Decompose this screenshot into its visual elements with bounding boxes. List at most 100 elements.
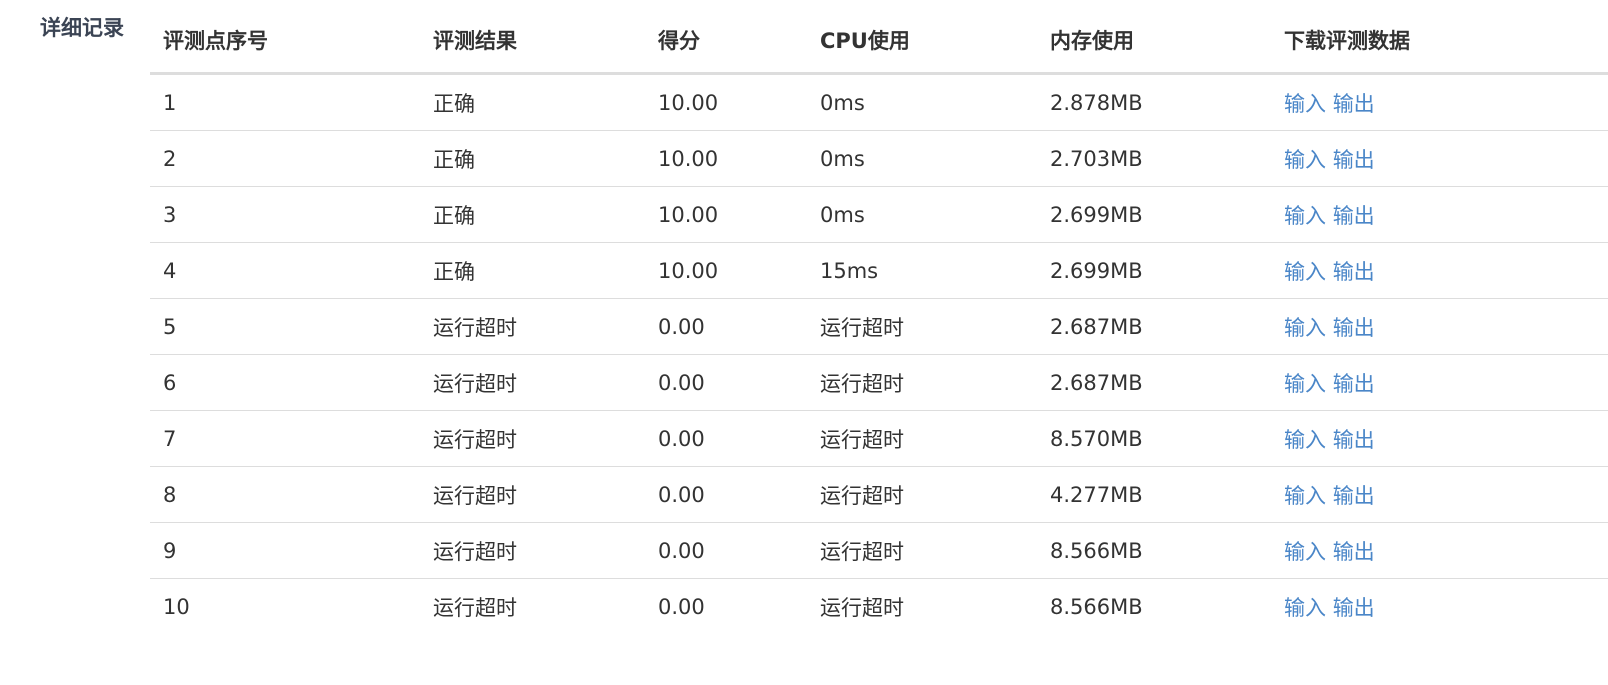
- cell-memory-usage: 8.566MB: [1037, 578, 1271, 634]
- cell-score: 10.00: [658, 90, 719, 115]
- cell-memory-usage: 2.699MB: [1037, 242, 1271, 299]
- table-row: 6 运行超时 0.00 运行超时 2.687MB 输入 输出: [150, 354, 1608, 411]
- cell-cpu-usage: 0ms: [820, 90, 865, 115]
- cell-memory-usage: 2.687MB: [1037, 298, 1271, 355]
- download-output-link[interactable]: 输出: [1333, 148, 1375, 172]
- cell-download-links: 输入 输出: [1271, 466, 1608, 523]
- test-case-table: 评测点序号 评测结果 得分 CPU使用 内存使用 下载评测数据 1 正确 10.00…: [150, 0, 1608, 634]
- cell-cpu-usage: 0ms: [807, 130, 1037, 187]
- cell-test-index: 3: [150, 186, 420, 243]
- header-download-data: 下载评测数据: [1271, 0, 1608, 75]
- cell-test-index: 4: [150, 242, 420, 299]
- cell-result: 运行超时: [420, 410, 645, 467]
- cell-download-links: 输入 输出: [1271, 186, 1608, 243]
- download-input-link[interactable]: 输入: [1284, 92, 1326, 116]
- cell-memory-usage: 8.570MB: [1037, 410, 1271, 467]
- download-output-link[interactable]: 输出: [1333, 484, 1375, 508]
- cell-download-links: 输入 输出: [1271, 522, 1608, 579]
- cell-memory-usage: 4.277MB: [1037, 466, 1271, 523]
- section-title: 详细记录: [40, 16, 124, 40]
- table-row: 2 正确 10.00 0ms 2.703MB 输入 输出: [150, 130, 1608, 187]
- cell-result: 运行超时: [420, 354, 645, 411]
- cell-score: 0.00: [645, 578, 807, 634]
- cell-memory-usage: 2.699MB: [1037, 186, 1271, 243]
- cell-score: 10.00: [645, 186, 807, 243]
- download-output-link[interactable]: 输出: [1333, 316, 1375, 340]
- cell-test-index: 8: [150, 466, 420, 523]
- table-row: 9 运行超时 0.00 运行超时 8.566MB 输入 输出: [150, 522, 1608, 579]
- cell-test-index: 9: [150, 522, 420, 579]
- cell-test-index: 10: [150, 578, 420, 634]
- cell-memory-usage: 2.703MB: [1037, 130, 1271, 187]
- cell-test-index: 1: [163, 90, 177, 115]
- table-row: 1 正确 10.00 0ms 2.878MB 输入 输出: [150, 74, 1608, 131]
- cell-score: 0.00: [645, 298, 807, 355]
- cell-download-links: 输入 输出: [1271, 410, 1608, 467]
- download-output-link[interactable]: 输出: [1333, 372, 1375, 396]
- cell-download-links: 输入 输出: [1271, 354, 1608, 411]
- cell-download-links: 输入 输出: [1271, 578, 1608, 634]
- cell-result: 正确: [433, 91, 475, 116]
- download-output-link[interactable]: 输出: [1333, 428, 1375, 452]
- cell-result: 运行超时: [420, 522, 645, 579]
- table-row: 8 运行超时 0.00 运行超时 4.277MB 输入 输出: [150, 466, 1608, 523]
- download-output-link[interactable]: 输出: [1333, 540, 1375, 564]
- header-row: 评测点序号 评测结果 得分 CPU使用 内存使用 下载评测数据: [150, 0, 1608, 75]
- cell-test-index: 5: [150, 298, 420, 355]
- download-output-link[interactable]: 输出: [1333, 260, 1375, 284]
- cell-result: 正确: [420, 130, 645, 187]
- download-input-link[interactable]: 输入: [1284, 260, 1326, 284]
- download-output-link[interactable]: 输出: [1333, 596, 1375, 620]
- download-input-link[interactable]: 输入: [1284, 484, 1326, 508]
- download-input-link[interactable]: 输入: [1284, 428, 1326, 452]
- cell-score: 0.00: [645, 410, 807, 467]
- cell-memory-usage: 2.687MB: [1037, 354, 1271, 411]
- download-input-link[interactable]: 输入: [1284, 316, 1326, 340]
- cell-score: 10.00: [645, 130, 807, 187]
- cell-test-index: 6: [150, 354, 420, 411]
- cell-test-index: 7: [150, 410, 420, 467]
- table-body: 1 正确 10.00 0ms 2.878MB 输入 输出 2 正确 10.00 0ms 2.703M…: [150, 74, 1608, 634]
- table-row: 5 运行超时 0.00 运行超时 2.687MB 输入 输出: [150, 298, 1608, 355]
- cell-download-links: 输入 输出: [1271, 74, 1608, 131]
- cell-cpu-usage: 运行超时: [807, 410, 1037, 467]
- header-test-index: 评测点序号: [150, 0, 420, 75]
- cell-cpu-usage: 运行超时: [807, 298, 1037, 355]
- cell-memory-usage: 2.878MB: [1050, 90, 1143, 115]
- table-header: 评测点序号 评测结果 得分 CPU使用 内存使用 下载评测数据: [150, 0, 1608, 75]
- cell-result: 正确: [420, 242, 645, 299]
- table-row: 4 正确 10.00 15ms 2.699MB 输入 输出: [150, 242, 1608, 299]
- cell-cpu-usage: 运行超时: [807, 354, 1037, 411]
- cell-download-links: 输入 输出: [1271, 242, 1608, 299]
- cell-download-links: 输入 输出: [1271, 298, 1608, 355]
- cell-result: 正确: [420, 186, 645, 243]
- cell-result: 运行超时: [420, 578, 645, 634]
- cell-cpu-usage: 运行超时: [807, 522, 1037, 579]
- header-memory-usage: 内存使用: [1037, 0, 1271, 75]
- cell-download-links: 输入 输出: [1271, 130, 1608, 187]
- download-output-link[interactable]: 输出: [1333, 92, 1375, 116]
- cell-result: 运行超时: [420, 298, 645, 355]
- download-input-link[interactable]: 输入: [1284, 372, 1326, 396]
- table-row: 7 运行超时 0.00 运行超时 8.570MB 输入 输出: [150, 410, 1608, 467]
- download-input-link[interactable]: 输入: [1284, 204, 1326, 228]
- header-result: 评测结果: [420, 0, 645, 75]
- cell-memory-usage: 8.566MB: [1037, 522, 1271, 579]
- cell-cpu-usage: 15ms: [807, 242, 1037, 299]
- download-input-link[interactable]: 输入: [1284, 596, 1326, 620]
- cell-score: 0.00: [645, 466, 807, 523]
- download-output-link[interactable]: 输出: [1333, 204, 1375, 228]
- cell-result: 运行超时: [420, 466, 645, 523]
- cell-score: 0.00: [645, 522, 807, 579]
- header-score: 得分: [645, 0, 807, 75]
- cell-cpu-usage: 运行超时: [807, 466, 1037, 523]
- cell-score: 0.00: [645, 354, 807, 411]
- cell-test-index: 2: [150, 130, 420, 187]
- download-input-link[interactable]: 输入: [1284, 540, 1326, 564]
- cell-cpu-usage: 运行超时: [807, 578, 1037, 634]
- table-row: 10 运行超时 0.00 运行超时 8.566MB 输入 输出: [150, 578, 1608, 634]
- cell-cpu-usage: 0ms: [807, 186, 1037, 243]
- cell-score: 10.00: [645, 242, 807, 299]
- table-row: 3 正确 10.00 0ms 2.699MB 输入 输出: [150, 186, 1608, 243]
- download-input-link[interactable]: 输入: [1284, 148, 1326, 172]
